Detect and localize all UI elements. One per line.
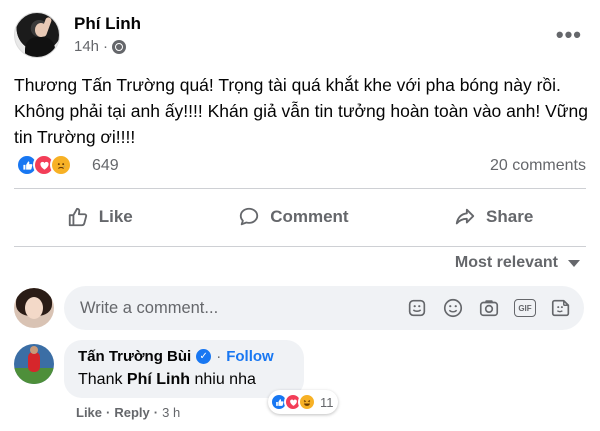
camera-icon[interactable] <box>478 297 500 319</box>
gif-label: GIF <box>514 299 536 317</box>
divider <box>14 188 586 189</box>
comment-reaction-count: 11 <box>320 394 334 410</box>
comment-button[interactable]: Comment <box>238 206 349 228</box>
author-name[interactable]: Phí Linh <box>74 14 141 34</box>
current-user-avatar[interactable] <box>14 288 54 328</box>
comment-bubble: Tấn Trường Bùi ✓ · Follow Thank Phí Linh… <box>64 340 338 414</box>
comment-author-row: Tấn Trường Bùi ✓ · Follow <box>78 348 274 365</box>
comment-actions: Like · Reply · 3 h <box>76 405 180 420</box>
sad-icon <box>50 154 72 176</box>
comment-icon <box>240 207 259 226</box>
comment-input[interactable] <box>80 286 380 330</box>
share-label: Share <box>486 207 534 226</box>
comment-reply-button[interactable]: Reply <box>114 405 149 420</box>
gif-icon[interactable]: GIF <box>514 297 536 319</box>
verified-badge-icon: ✓ <box>196 349 212 364</box>
action-separator: · <box>106 405 111 420</box>
reaction-count[interactable]: 649 <box>92 157 119 175</box>
comment-box[interactable]: GIF <box>64 286 584 330</box>
reactions-summary[interactable]: 649 20 comments <box>14 154 586 180</box>
comment-composer: GIF <box>14 286 586 330</box>
comments-count[interactable]: 20 comments <box>490 157 586 175</box>
like-button[interactable]: Like <box>67 206 133 228</box>
comment-item: Tấn Trường Bùi ✓ · Follow Thank Phí Linh… <box>14 340 586 430</box>
sticker-icon[interactable] <box>406 297 428 319</box>
post-time[interactable]: 14h <box>74 38 99 55</box>
comment-label: Comment <box>270 207 349 226</box>
comment-author[interactable]: Tấn Trường Bùi <box>78 348 191 365</box>
comment-text-suffix: nhiu nha <box>190 371 256 388</box>
share-button[interactable]: Share <box>454 206 533 228</box>
emoji-icon[interactable] <box>442 297 464 319</box>
caret-down-icon <box>568 259 580 267</box>
meta-separator: · <box>216 348 222 365</box>
thumbs-up-icon <box>68 207 87 227</box>
mention-link[interactable]: Phí Linh <box>127 371 190 388</box>
comment-text: Thank Phí Linh nhiu nha <box>78 371 256 389</box>
comment-sort-dropdown[interactable]: Most relevant <box>455 254 580 272</box>
comment-time[interactable]: 3 h <box>162 405 180 420</box>
author-avatar[interactable] <box>14 12 60 58</box>
sort-label: Most relevant <box>454 254 558 271</box>
post-header: Phí Linh 14h · ••• <box>14 10 586 62</box>
comment-reactions[interactable]: 11 <box>268 390 338 414</box>
more-options-icon[interactable]: ••• <box>556 22 582 48</box>
action-separator: · <box>153 405 159 420</box>
like-label: Like <box>98 207 133 226</box>
meta-separator: · <box>103 38 109 55</box>
post-actions: Like Comment Share <box>14 194 586 240</box>
share-icon <box>455 208 475 225</box>
commenter-avatar[interactable] <box>14 344 54 384</box>
post-text: Thương Tấn Trường quá! Trọng tài quá khắ… <box>14 75 588 147</box>
haha-icon <box>298 393 316 411</box>
comment-like-button[interactable]: Like <box>76 405 102 420</box>
reaction-icons[interactable] <box>16 154 72 176</box>
sticker-face-icon[interactable] <box>550 297 572 319</box>
composer-icons: GIF <box>406 297 572 319</box>
follow-button[interactable]: Follow <box>226 348 274 365</box>
post-meta: 14h · <box>74 38 127 55</box>
divider <box>14 246 586 247</box>
comment-text-prefix: Thank <box>78 371 127 388</box>
globe-icon[interactable] <box>112 39 127 54</box>
